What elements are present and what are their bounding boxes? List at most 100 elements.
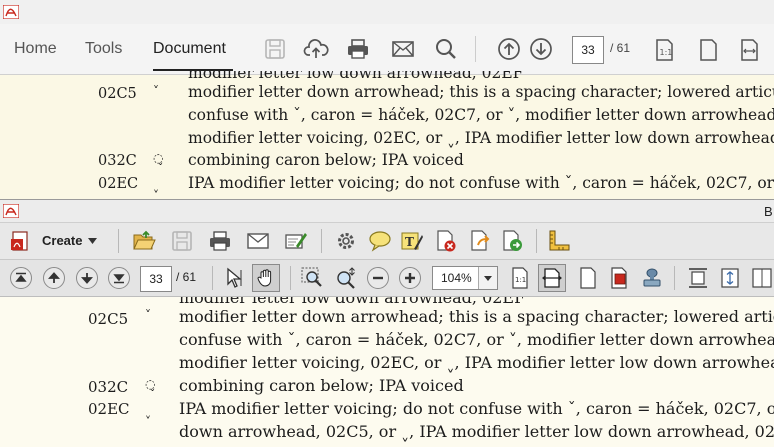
previous-page-icon[interactable] — [496, 36, 522, 62]
comment-icon[interactable] — [368, 229, 392, 253]
measure-icon[interactable] — [547, 229, 571, 253]
first-page-button[interactable] — [10, 267, 32, 289]
toolbar-separator — [118, 229, 119, 253]
share-document-icon[interactable] — [468, 229, 492, 253]
zoom-in-button[interactable] — [399, 267, 421, 289]
toolbar-separator — [475, 36, 476, 62]
tab-home[interactable]: Home — [14, 40, 57, 58]
hand-tool-button[interactable] — [252, 264, 280, 292]
doc-line: combining caron below; IPA voiced — [179, 376, 464, 395]
arrow-up-icon — [48, 272, 60, 283]
marquee-zoom-icon[interactable] — [300, 266, 324, 290]
doc-line: combining caron below; IPA voiced — [188, 151, 464, 169]
previous-page-button[interactable] — [43, 267, 65, 289]
open-folder-icon[interactable] — [132, 229, 156, 253]
code-point: 02C5 — [88, 310, 129, 328]
page-display-icon[interactable] — [686, 266, 710, 290]
svg-text:1:1: 1:1 — [660, 48, 673, 57]
top-titlebar — [0, 0, 774, 24]
svg-text:1:1: 1:1 — [515, 276, 526, 284]
code-point: 02EC — [88, 400, 130, 418]
next-page-icon[interactable] — [528, 36, 554, 62]
toolbar-separator — [212, 266, 213, 290]
doc-line: confuse with ˇ, caron = háček, 02C7, or … — [179, 330, 774, 349]
highlight-text-icon[interactable]: T — [400, 229, 424, 253]
doc-line: modifier letter down arrowhead; this is … — [179, 307, 774, 326]
doc-line: down arrowhead, 02C5, or ˬ, IPA modifier… — [179, 422, 774, 441]
doc-line: modifier letter voicing, 02EC, or ˬ, IPA… — [188, 129, 774, 147]
code-point: 02C5 — [98, 86, 137, 102]
delete-pdf-icon[interactable] — [434, 229, 458, 253]
chevron-down-icon — [484, 276, 492, 281]
fit-width-icon[interactable] — [737, 37, 763, 63]
doc-line: IPA modifier letter voicing; do not conf… — [179, 399, 774, 418]
email-icon[interactable] — [246, 229, 270, 253]
create-button[interactable]: Create — [8, 228, 100, 254]
page-number-input[interactable]: 33 — [140, 266, 172, 292]
page-number-input[interactable]: 33 — [572, 36, 604, 64]
save-icon[interactable] — [170, 229, 194, 253]
print-icon[interactable] — [345, 36, 371, 62]
stamp-icon[interactable] — [640, 266, 664, 290]
zoom-select[interactable]: 104% — [432, 266, 498, 290]
toolbar-separator — [536, 229, 537, 253]
glyph-sample: ◌̬ — [153, 151, 164, 165]
create-pdf-icon — [11, 231, 28, 251]
code-point: 02EC — [98, 176, 139, 192]
dynamic-zoom-icon[interactable] — [334, 266, 358, 290]
last-page-icon — [113, 274, 125, 284]
create-label: Create — [42, 233, 83, 248]
gear-icon[interactable] — [334, 229, 358, 253]
top-reader-window: Home Tools Document 33 / 61 1:1 modifier… — [0, 0, 774, 200]
active-tab-indicator — [153, 69, 233, 71]
send-document-icon[interactable] — [500, 229, 524, 253]
bottom-toolbar-primary: Create T — [0, 223, 774, 260]
toolbar-separator — [290, 266, 291, 290]
two-page-icon[interactable] — [750, 266, 774, 290]
search-icon[interactable] — [433, 36, 459, 62]
actual-size-icon[interactable]: 1:1 — [651, 37, 677, 63]
fit-visible-icon[interactable] — [607, 266, 631, 290]
code-point: 032C — [98, 153, 137, 169]
glyph-sample: ˬ — [145, 404, 151, 418]
doc-line: IPA modifier letter voicing; do not conf… — [188, 174, 774, 192]
last-page-button[interactable] — [108, 267, 130, 289]
tab-tools[interactable]: Tools — [85, 40, 122, 58]
hand-icon — [257, 269, 272, 287]
chevron-down-icon — [88, 238, 97, 244]
glyph-sample: ˬ — [153, 178, 159, 192]
doc-line: modifier letter down arrowhead; this is … — [188, 83, 774, 101]
arrow-down-icon — [81, 273, 93, 284]
first-page-icon — [15, 272, 27, 282]
plus-icon — [405, 273, 415, 283]
zoom-value: 104% — [441, 271, 472, 285]
toolbar-separator — [674, 266, 675, 290]
glyph-sample: ◌̬ — [145, 377, 156, 391]
toolbar-separator — [321, 229, 322, 253]
select-tool-icon[interactable] — [222, 266, 246, 290]
code-point: 032C — [88, 378, 129, 396]
sign-form-icon[interactable] — [284, 229, 308, 253]
doc-line: confuse with ˇ, caron = háček, 02C7, or … — [188, 106, 774, 124]
tab-document[interactable]: Document — [153, 40, 226, 58]
print-icon[interactable] — [208, 229, 232, 253]
zoom-out-button[interactable] — [367, 267, 389, 289]
acrobat-logo-icon — [3, 204, 19, 218]
fit-page-icon[interactable] — [576, 266, 600, 290]
cloud-upload-icon[interactable] — [303, 36, 329, 62]
actual-size-icon[interactable]: 1:1 — [508, 266, 532, 290]
email-icon[interactable] — [390, 36, 416, 62]
save-icon[interactable] — [262, 36, 288, 62]
fit-width-icon — [542, 268, 562, 288]
zoom-dropdown-button[interactable] — [478, 267, 497, 289]
scrolling-mode-icon[interactable] — [718, 266, 742, 290]
bottom-titlebar: B — [0, 200, 774, 223]
fit-page-icon[interactable] — [695, 37, 721, 63]
window-title: B — [764, 204, 773, 219]
svg-text:T: T — [405, 235, 414, 249]
next-page-button[interactable] — [76, 267, 98, 289]
fit-width-button[interactable] — [538, 264, 566, 292]
page-total-label: / 61 — [610, 41, 631, 55]
page-total-label: / 61 — [176, 270, 197, 284]
bottom-reader-window: B Create T 33 / 61 104% 1:1 modifier let… — [0, 199, 774, 447]
